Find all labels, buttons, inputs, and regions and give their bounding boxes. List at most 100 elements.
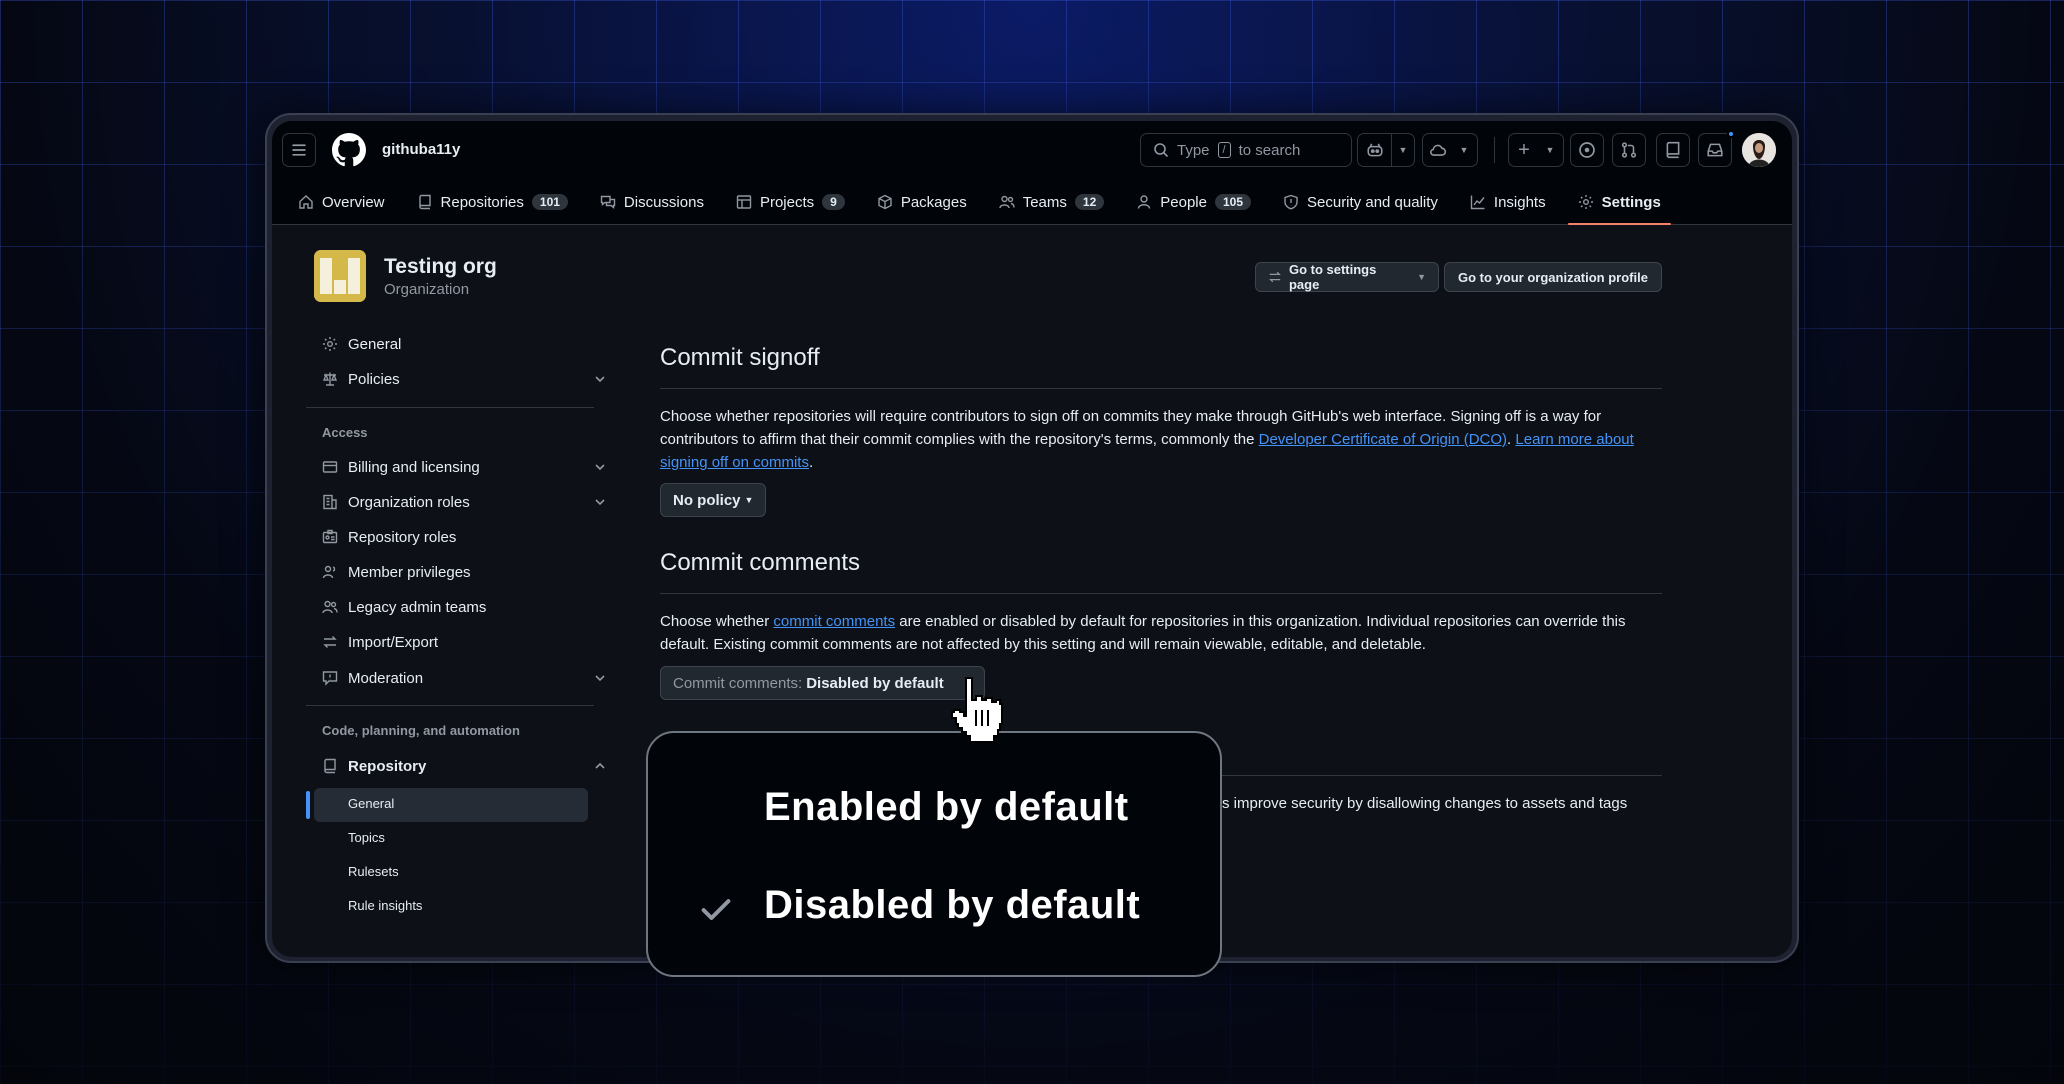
search-input[interactable]: Type / to search xyxy=(1140,133,1352,167)
tab-projects[interactable]: Projects 9 xyxy=(726,179,855,225)
chevron-down-icon[interactable] xyxy=(592,670,608,686)
gear-icon xyxy=(323,337,337,351)
go-to-org-profile-button[interactable]: Go to your organization profile xyxy=(1444,262,1662,292)
commit-comments-dropdown[interactable]: Commit comments: Disabled by default xyxy=(660,666,985,700)
tab-label: People xyxy=(1160,193,1207,211)
github-logo-icon[interactable] xyxy=(332,133,366,167)
sidebar-item-label: Organization roles xyxy=(348,493,470,511)
sidebar-item-repository-roles[interactable]: Repository roles xyxy=(322,523,456,551)
org-title: Testing org xyxy=(384,255,497,278)
issues-button[interactable] xyxy=(1570,133,1604,167)
org-nav-tabs: Overview Repositories 101 Discussions Pr… xyxy=(288,179,1683,225)
repositories-button[interactable] xyxy=(1656,133,1690,167)
sidebar-subitem-rulesets[interactable]: Rulesets xyxy=(348,864,399,879)
search-shortcut-key: / xyxy=(1217,142,1231,158)
tab-label: Projects xyxy=(759,193,815,211)
tab-discussions[interactable]: Discussions xyxy=(590,179,714,225)
chevron-up-icon[interactable] xyxy=(592,758,608,774)
people-icon xyxy=(999,195,1015,209)
header-divider xyxy=(1494,137,1495,163)
inbox-icon xyxy=(1707,143,1723,157)
sidebar-item-policies[interactable]: Policies xyxy=(322,365,400,393)
sidebar-subitem-topics[interactable]: Topics xyxy=(348,830,385,845)
sidebar-item-label: Repository roles xyxy=(348,528,457,546)
caret-down-icon: ▼ xyxy=(1398,145,1408,155)
sidebar-item-member-privileges[interactable]: Member privileges xyxy=(322,558,471,586)
commit-signoff-description: Choose whether repositories will require… xyxy=(660,405,1670,474)
home-icon xyxy=(299,195,313,209)
organization-icon xyxy=(323,494,337,510)
shield-icon xyxy=(1284,194,1298,210)
hamburger-menu-button[interactable] xyxy=(282,133,316,167)
credit-card-icon xyxy=(322,461,338,473)
repo-icon xyxy=(418,194,431,210)
sidebar-item-billing[interactable]: Billing and licensing xyxy=(322,453,480,481)
notification-dot xyxy=(1727,130,1735,138)
repo-icon xyxy=(1666,141,1680,159)
sidebar-item-label: Member privileges xyxy=(348,563,471,581)
org-logo xyxy=(314,250,366,302)
tab-teams[interactable]: Teams 12 xyxy=(989,179,1115,225)
go-to-settings-page-button[interactable]: Go to settings page ▼ xyxy=(1255,262,1439,292)
graph-icon xyxy=(1470,195,1485,210)
commit-comments-description: Choose whether commit comments are enabl… xyxy=(660,610,1670,656)
user-avatar[interactable] xyxy=(1742,133,1776,167)
tab-counter: 12 xyxy=(1074,194,1105,210)
tab-counter: 101 xyxy=(531,194,568,210)
hand-pointer-cursor-icon xyxy=(950,676,1004,744)
section-title-commit-signoff: Commit signoff xyxy=(660,344,820,371)
sidebar-item-import-export[interactable]: Import/Export xyxy=(322,628,438,656)
person-icon xyxy=(1138,195,1151,209)
sidebar-item-label: Repository xyxy=(348,757,427,775)
tab-label: Overview xyxy=(322,193,385,211)
option-enabled-by-default[interactable]: Enabled by default xyxy=(764,785,1129,830)
tab-counter: 105 xyxy=(1214,194,1251,210)
tab-people[interactable]: People 105 xyxy=(1126,179,1261,225)
chevron-down-icon[interactable] xyxy=(592,494,608,510)
copilot-button[interactable]: ▼ xyxy=(1357,133,1415,167)
button-label: Go to settings page xyxy=(1288,262,1377,292)
immutable-releases-description: s improve security by disallowing change… xyxy=(1222,795,1628,812)
dco-link[interactable]: Developer Certificate of Origin (DCO) xyxy=(1259,431,1507,448)
dropdown-prefix: Commit comments: xyxy=(673,674,803,692)
check-icon xyxy=(701,899,731,921)
tab-overview[interactable]: Overview xyxy=(288,179,395,225)
chevron-down-icon[interactable] xyxy=(592,459,608,475)
section-title-commit-comments: Commit comments xyxy=(660,549,861,576)
global-header: githuba11y Type / to search ▼ ▼ + ▼ Over… xyxy=(272,121,1792,225)
org-name-link[interactable]: githuba11y xyxy=(382,141,460,158)
tab-label: Discussions xyxy=(623,193,704,211)
sidebar-item-repository[interactable]: Repository xyxy=(322,752,426,780)
caret-down-icon: ▼ xyxy=(744,495,754,505)
sidebar-item-organization-roles[interactable]: Organization roles xyxy=(322,488,470,516)
git-pull-request-icon xyxy=(1621,142,1637,158)
no-policy-dropdown[interactable]: No policy ▼ xyxy=(660,483,767,517)
person-icon xyxy=(322,565,336,579)
tab-security-and-quality[interactable]: Security and quality xyxy=(1273,179,1448,225)
inbox-button[interactable] xyxy=(1698,130,1735,167)
tab-label: Settings xyxy=(1601,193,1661,211)
sidebar-item-label: Legacy admin teams xyxy=(348,598,487,616)
search-placeholder: Type xyxy=(1177,141,1210,159)
menu-icon xyxy=(292,144,306,156)
sidebar-item-moderation[interactable]: Moderation xyxy=(322,664,423,692)
sidebar-subitem-rule-insights[interactable]: Rule insights xyxy=(348,898,422,913)
tab-settings[interactable]: Settings xyxy=(1567,179,1671,225)
sidebar-subitem-general[interactable]: General xyxy=(348,796,394,811)
section-divider xyxy=(660,593,1662,594)
search-placeholder-suffix: to search xyxy=(1238,141,1301,159)
tab-repositories[interactable]: Repositories 101 xyxy=(407,179,578,225)
description-text: . xyxy=(808,454,814,471)
tab-insights[interactable]: Insights xyxy=(1460,179,1556,225)
chevron-down-icon[interactable] xyxy=(592,371,608,387)
table-icon xyxy=(736,195,752,209)
sidebar-item-general[interactable]: General xyxy=(322,330,401,358)
codespaces-button[interactable]: ▼ xyxy=(1422,133,1478,167)
create-new-button[interactable]: + ▼ xyxy=(1508,133,1564,167)
tab-label: Security and quality xyxy=(1307,193,1438,211)
tab-packages[interactable]: Packages xyxy=(867,179,977,225)
commit-comments-link[interactable]: commit comments xyxy=(773,613,895,630)
pull-requests-button[interactable] xyxy=(1612,133,1646,167)
sidebar-item-legacy-admin-teams[interactable]: Legacy admin teams xyxy=(322,593,486,621)
option-disabled-by-default[interactable]: Disabled by default xyxy=(764,883,1140,928)
